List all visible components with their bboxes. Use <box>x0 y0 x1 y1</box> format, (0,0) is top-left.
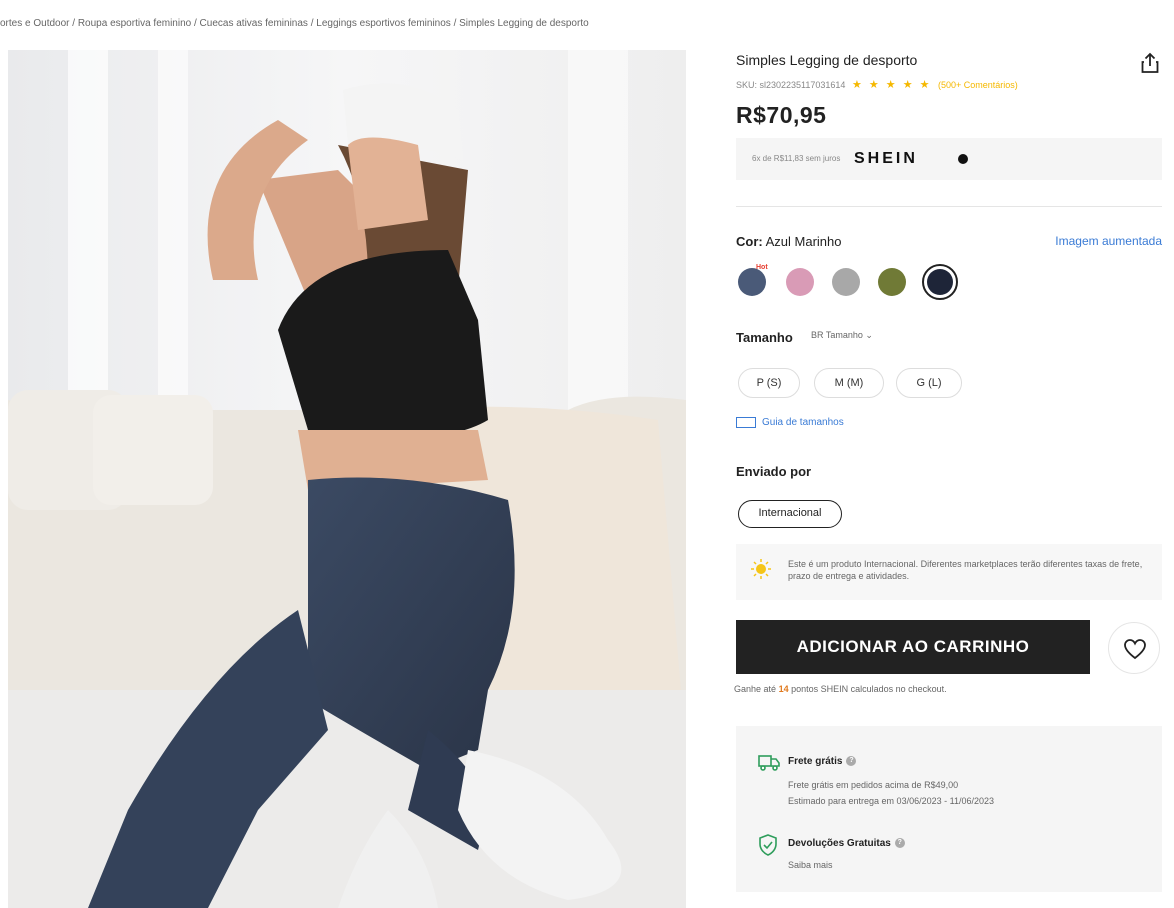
free-shipping-threshold: Frete grátis em pedidos acima de R$49,00 <box>788 780 959 790</box>
product-image[interactable] <box>8 50 686 908</box>
size-guide-text: Guia de tamanhos <box>762 417 844 429</box>
product-title: Simples Legging de desporto <box>736 52 918 68</box>
reviews-link[interactable]: (500+ Comentários) <box>938 80 1018 90</box>
installment-text: 6x de R$11,83 sem juros <box>752 154 841 163</box>
color-selected: Azul Marinho <box>765 234 842 249</box>
points-prefix: Ganhe até <box>734 684 777 694</box>
swatch-olive[interactable] <box>878 268 906 296</box>
delivery-estimate: Estimado para entrega em 03/06/2023 - 11… <box>788 796 994 806</box>
share-icon[interactable] <box>1140 52 1160 74</box>
divider <box>736 206 1162 207</box>
points-info: Ganhe até 14 pontos SHEIN calculados no … <box>734 684 947 694</box>
size-option-p[interactable]: P (S) <box>738 368 800 398</box>
color-label-key: Cor: <box>736 234 763 249</box>
delivery-info-box: Frete grátis? Frete grátis em pedidos ac… <box>736 726 1162 892</box>
shipping-origin-option[interactable]: Internacional <box>738 500 842 528</box>
heart-icon <box>1124 639 1146 660</box>
free-shipping-title: Frete grátis? <box>788 756 857 767</box>
learn-more-link[interactable]: Saiba mais <box>788 860 833 870</box>
rating-stars[interactable]: ★ ★ ★ ★ ★ <box>852 79 932 91</box>
international-notice: Este é um produto Internacional. Diferen… <box>736 544 1162 600</box>
size-option-m[interactable]: M (M) <box>814 368 884 398</box>
swatch-gray[interactable] <box>832 268 860 296</box>
size-region-select[interactable]: BR Tamanho ⌄ <box>811 330 873 341</box>
help-icon[interactable]: ? <box>894 838 905 849</box>
notice-text: Este é um produto Internacional. Diferen… <box>788 559 1143 581</box>
color-label: Cor: Azul Marinho <box>736 234 842 249</box>
free-returns-title-text: Devoluções Gratuitas <box>788 838 891 849</box>
ruler-icon <box>736 417 756 428</box>
add-to-cart-button[interactable]: ADICIONAR AO CARRINHO <box>736 620 1090 674</box>
info-icon <box>958 154 968 164</box>
sku-rating-row: SKU: sl2302235117031614 ★ ★ ★ ★ ★ (500+ … <box>736 78 1018 91</box>
sku-text: SKU: sl2302235117031614 <box>736 80 846 90</box>
free-returns-title: Devoluções Gratuitas? <box>788 838 905 849</box>
shipped-by-label: Enviado por <box>736 464 812 479</box>
swatch-blue[interactable]: Hot <box>738 264 768 296</box>
hot-badge: Hot <box>756 264 768 271</box>
truck-icon <box>758 755 780 771</box>
lightbulb-icon <box>751 559 771 579</box>
shield-check-icon <box>759 834 777 856</box>
swatch-pink[interactable] <box>786 268 814 296</box>
size-option-g[interactable]: G (L) <box>896 368 962 398</box>
breadcrumb[interactable]: ortes e Outdoor / Roupa esportiva femini… <box>0 18 1174 29</box>
product-price: R$70,95 <box>736 102 827 128</box>
wishlist-button[interactable] <box>1108 622 1160 674</box>
help-icon[interactable]: ? <box>846 756 857 767</box>
size-label: Tamanho <box>736 330 793 345</box>
free-shipping-title-text: Frete grátis <box>788 756 843 767</box>
size-guide-link[interactable]: Guia de tamanhos <box>736 417 844 428</box>
zoom-image-link[interactable]: Imagem aumentada <box>1055 234 1162 248</box>
shein-logo: SHEIN <box>854 150 918 167</box>
swatch-navy-fill <box>927 269 953 295</box>
installment-banner[interactable]: 6x de R$11,83 sem juros SHEIN <box>736 138 1162 180</box>
points-value: 14 <box>778 684 789 694</box>
points-suffix: pontos SHEIN calculados no checkout. <box>791 684 947 694</box>
swatch-navy-selected[interactable] <box>922 264 958 300</box>
